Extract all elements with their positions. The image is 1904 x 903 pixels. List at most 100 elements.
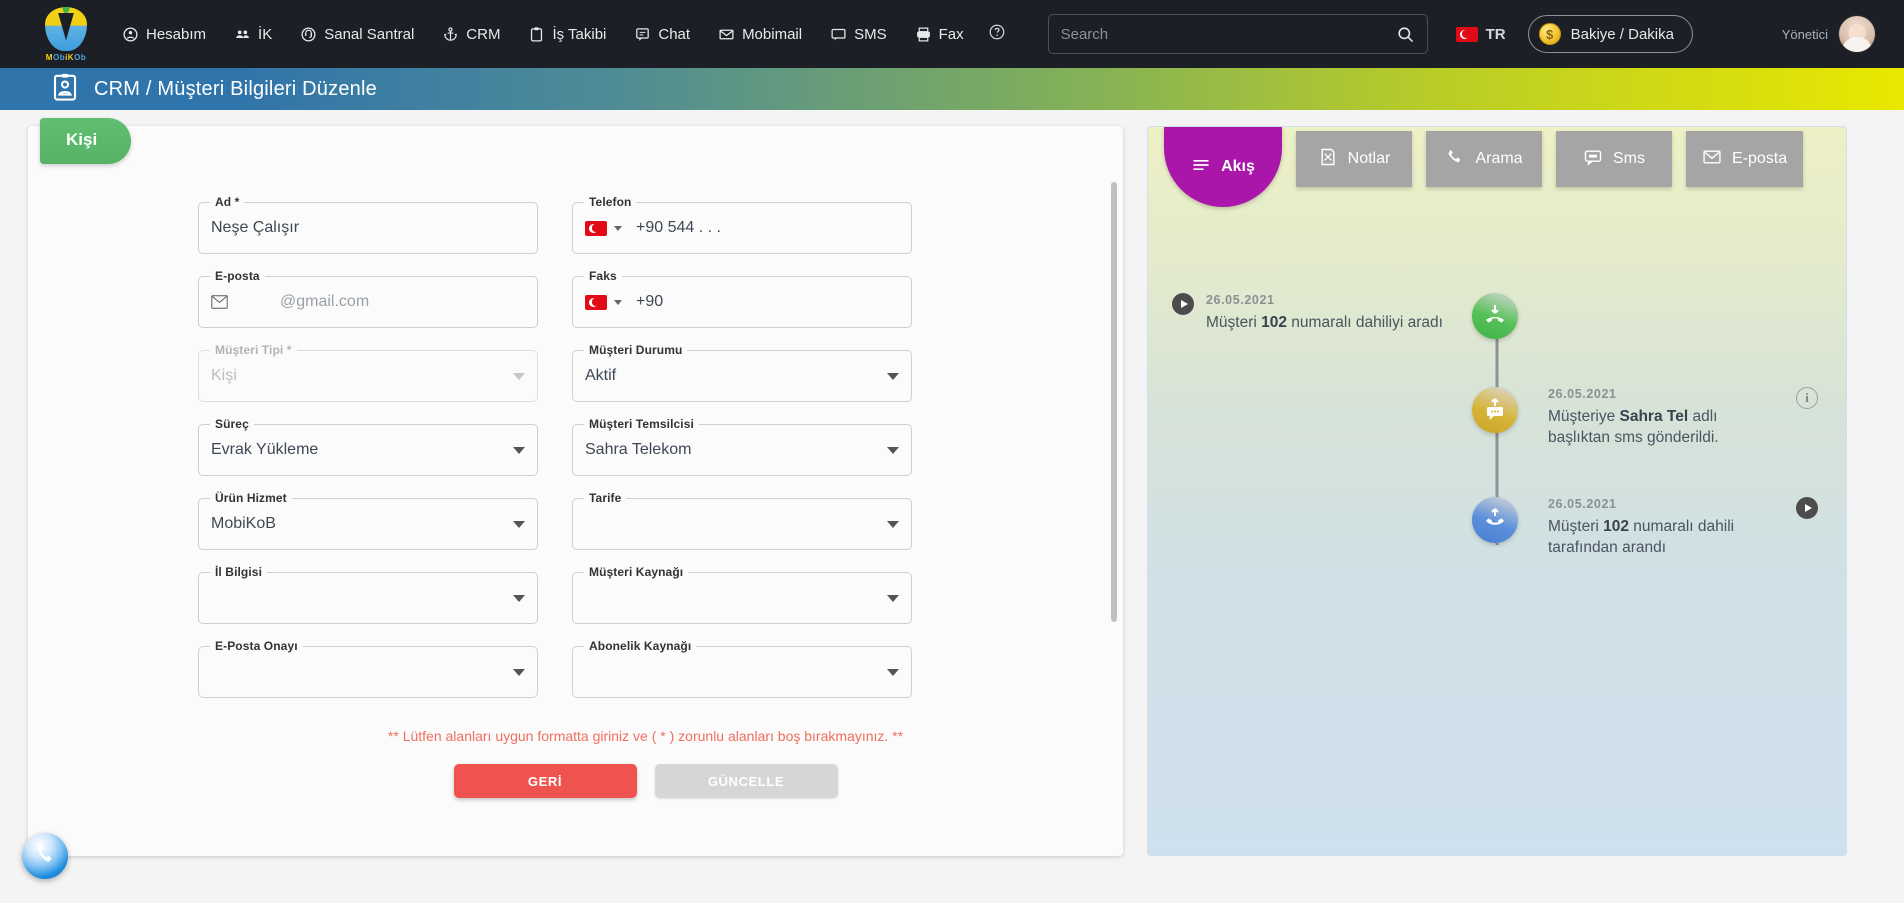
field-abonelik-kaynagi[interactable]: Abonelik Kaynağı <box>572 639 912 698</box>
field-tarife[interactable]: Tarife <box>572 491 912 550</box>
chevron-down-icon <box>614 225 622 231</box>
floating-call-button[interactable] <box>22 833 68 879</box>
nav-item-mobimail[interactable]: Mobimail <box>706 18 814 51</box>
chevron-down-icon[interactable] <box>887 594 899 602</box>
tab-arama[interactable]: Arama <box>1426 131 1542 187</box>
avatar[interactable] <box>1838 15 1876 53</box>
chevron-down-icon[interactable] <box>887 372 899 380</box>
turkey-flag-icon <box>1455 26 1478 42</box>
chevron-down-icon[interactable] <box>513 594 525 602</box>
nav-item-is-takibi[interactable]: İş Takibi <box>516 18 618 51</box>
field-label: İl Bilgisi <box>210 565 268 579</box>
country-code-selector[interactable] <box>585 220 622 236</box>
tab-label: Arama <box>1475 150 1523 167</box>
field-faks[interactable]: Faks +90 <box>572 269 912 328</box>
search-input[interactable] <box>1060 25 1396 43</box>
nav-label: SMS <box>854 25 887 43</box>
nav-item-ik[interactable]: İK <box>222 18 284 51</box>
form-fields-grid: Ad * Neşe Çalışır Telefon +90 544 . . . … <box>198 186 1093 698</box>
tab-sms[interactable]: Sms <box>1556 131 1672 187</box>
turkey-flag-icon <box>585 220 607 236</box>
sms-icon <box>830 26 847 43</box>
chevron-down-icon[interactable] <box>513 668 525 676</box>
field-label: Müşteri Temsilcisi <box>584 417 699 431</box>
timeline-item: 26.05.2021 Müşteri 102 numaralı dahili t… <box>1172 496 1822 559</box>
incoming-call-icon <box>1472 293 1518 339</box>
tab-label: Sms <box>1613 150 1645 167</box>
chevron-down-icon[interactable] <box>887 446 899 454</box>
timeline-item-content: 26.05.2021 Müşteriye Sahra Tel adlı başl… <box>1518 387 1818 449</box>
nav-label: Chat <box>658 25 691 43</box>
chevron-down-icon[interactable] <box>887 520 899 528</box>
nav-item-sms[interactable]: SMS <box>818 18 899 51</box>
field-ad[interactable]: Ad * Neşe Çalışır <box>198 195 538 254</box>
language-selector[interactable]: TR <box>1455 25 1506 43</box>
logo-wordmark: MObiKOb <box>45 52 87 62</box>
help-icon[interactable] <box>988 23 1006 46</box>
user-menu[interactable]: Yönetici <box>1782 15 1876 53</box>
tab-eposta[interactable]: E-posta <box>1686 131 1804 187</box>
logo-mark-icon <box>45 6 87 51</box>
field-label: Tarife <box>584 491 627 505</box>
field-il-bilgisi[interactable]: İl Bilgisi <box>198 565 538 624</box>
coin-icon: $ <box>1538 23 1561 45</box>
field-urun-hizmet[interactable]: Ürün Hizmet MobiKoB <box>198 491 538 550</box>
nav-label: Hesabım <box>146 25 207 43</box>
play-button[interactable] <box>1796 496 1818 519</box>
headset-icon <box>300 26 317 43</box>
chevron-down-icon[interactable] <box>513 520 525 528</box>
menu-lines-icon <box>1191 155 1211 180</box>
field-label: Müşteri Kaynağı <box>584 565 689 579</box>
envelope-icon <box>1702 147 1722 172</box>
language-code: TR <box>1485 25 1506 43</box>
timeline-item-content: 26.05.2021 Müşteri 102 numaralı dahiliyi… <box>1172 293 1472 334</box>
app-logo[interactable]: MObiKOb <box>40 5 92 63</box>
nav-item-hesabim[interactable]: Hesabım <box>110 18 218 51</box>
page-title: CRM / Müşteri Bilgileri Düzenle <box>94 77 377 100</box>
user-role-label: Yönetici <box>1781 26 1828 42</box>
tab-notlar[interactable]: Notlar <box>1296 131 1412 187</box>
note-icon <box>1318 147 1338 172</box>
outgoing-call-icon <box>1472 496 1518 543</box>
field-value: Evrak Yükleme <box>211 441 319 458</box>
chevron-down-icon[interactable] <box>513 446 525 454</box>
field-eposta-onayi[interactable]: E-Posta Onayı <box>198 639 538 698</box>
timeline-item: 26.05.2021 Müşteriye Sahra Tel adlı başl… <box>1172 387 1822 449</box>
timeline-item-text: Müşteriye Sahra Tel adlı başlıktan sms g… <box>1548 408 1719 446</box>
nav-label: Sanal Santral <box>324 25 415 43</box>
field-label: Müşteri Tipi * <box>210 343 297 357</box>
search-icon[interactable] <box>1396 25 1415 44</box>
nav-item-sanal-santral[interactable]: Sanal Santral <box>288 18 426 51</box>
chevron-down-icon[interactable] <box>887 668 899 676</box>
main-nav-links: Hesabım İK Sanal Santral CRM İş Takibi C… <box>110 18 1006 51</box>
field-label: E-posta <box>210 269 265 283</box>
activity-panel: Akış Notlar Arama Sms E-posta 26.05.2021… <box>1147 126 1847 856</box>
nav-item-fax[interactable]: Fax <box>903 18 976 51</box>
field-eposta[interactable]: E-posta @gmail.com <box>198 269 538 328</box>
outgoing-sms-icon <box>1472 387 1518 433</box>
balance-button[interactable]: $ Bakiye / Dakika <box>1527 15 1693 53</box>
country-code-selector[interactable] <box>585 294 622 310</box>
field-musteri-kaynagi[interactable]: Müşteri Kaynağı <box>572 565 912 624</box>
form-scrollbar-thumb[interactable] <box>1111 182 1117 622</box>
form-actions: GERİ GÜNCELLE <box>198 764 1093 798</box>
tab-label: Notlar <box>1347 150 1391 167</box>
field-musteri-durumu[interactable]: Müşteri Durumu Aktif <box>572 343 912 402</box>
timeline-item: 26.05.2021 Müşteri 102 numaralı dahiliyi… <box>1172 293 1822 339</box>
nav-item-crm[interactable]: CRM <box>430 18 512 51</box>
tab-label: Akış <box>1221 158 1255 175</box>
play-button[interactable] <box>1172 293 1194 315</box>
field-value: Aktif <box>585 367 617 384</box>
nav-item-chat[interactable]: Chat <box>622 18 702 51</box>
field-label: Süreç <box>210 417 254 431</box>
field-value: Neşe Çalışır <box>211 219 300 236</box>
tab-kisi[interactable]: Kişi <box>40 118 132 164</box>
info-button[interactable]: i <box>1796 387 1818 409</box>
search-box[interactable] <box>1047 14 1428 54</box>
back-button[interactable]: GERİ <box>453 764 637 798</box>
field-musteri-tipi: Müşteri Tipi * Kişi <box>198 343 538 402</box>
tab-akis[interactable]: Akış <box>1164 127 1282 207</box>
field-surec[interactable]: Süreç Evrak Yükleme <box>198 417 538 476</box>
field-musteri-temsilcisi[interactable]: Müşteri Temsilcisi Sahra Telekom <box>572 417 912 476</box>
field-telefon[interactable]: Telefon +90 544 . . . <box>572 195 912 254</box>
